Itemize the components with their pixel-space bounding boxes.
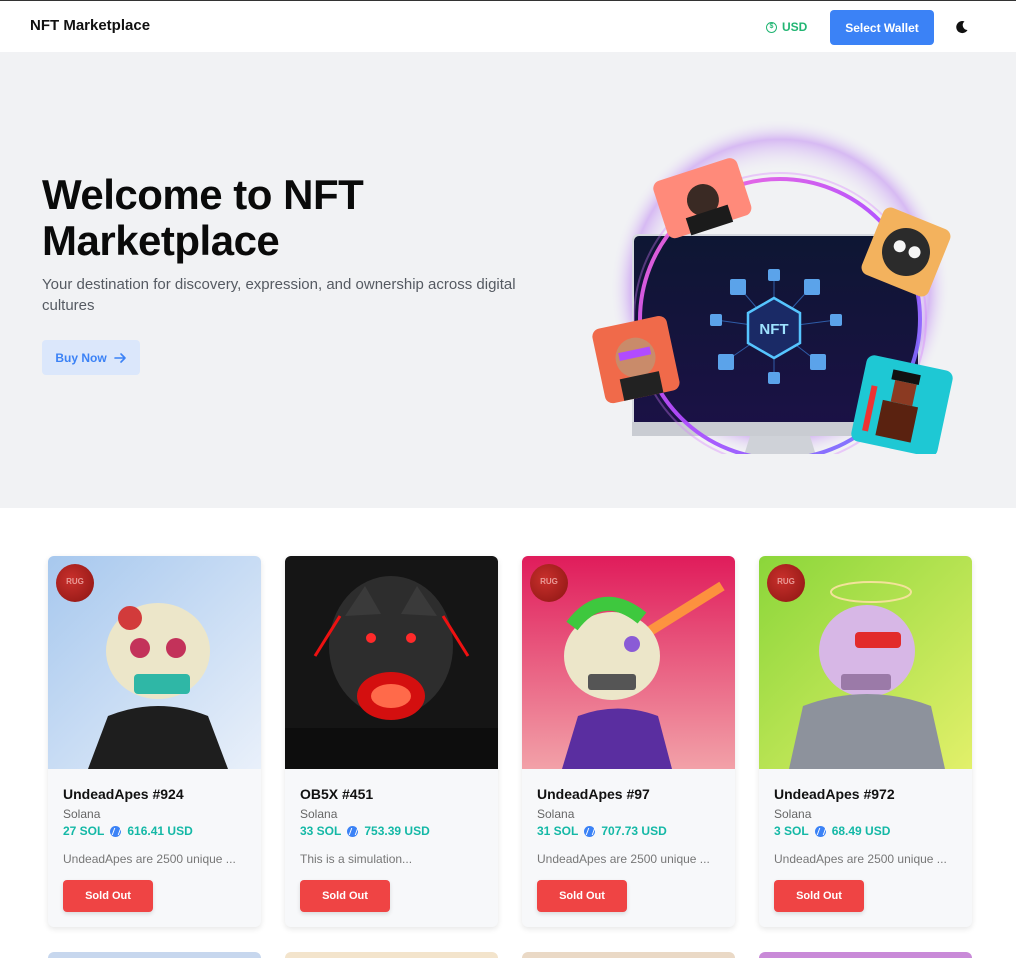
- sold-out-button[interactable]: Sold Out: [63, 880, 153, 912]
- hero-art-nft-label: NFT: [759, 321, 788, 338]
- top-navbar: NFT Marketplace $ USD Select Wallet: [0, 1, 1016, 52]
- rug-seal-badge: RUG: [530, 564, 568, 602]
- solana-icon: [814, 825, 826, 837]
- nft-card[interactable]: RUG UndeadApes #97 Solana 31 SOL 707.73 …: [522, 556, 735, 927]
- buy-now-label: Buy Now: [55, 350, 107, 365]
- nft-card-partial[interactable]: [48, 952, 261, 958]
- solana-icon: [584, 825, 596, 837]
- nft-title[interactable]: UndeadApes #97: [537, 786, 650, 802]
- nft-price: 31 SOL 707.73 USD: [537, 824, 667, 838]
- nft-price: 3 SOL 68.49 USD: [774, 824, 890, 838]
- solana-icon: [110, 825, 122, 837]
- nft-description: This is a simulation...: [300, 852, 413, 866]
- solana-icon: [347, 825, 359, 837]
- price-sol: 3 SOL: [774, 824, 809, 838]
- nft-chain: Solana: [63, 807, 101, 821]
- nft-card-partial[interactable]: [759, 952, 972, 958]
- sold-out-button[interactable]: Sold Out: [300, 880, 390, 912]
- nft-card-partial[interactable]: [285, 952, 498, 958]
- select-wallet-button[interactable]: Select Wallet: [830, 10, 934, 45]
- currency-selector[interactable]: $ USD: [766, 20, 807, 34]
- nft-image-ob5x-451[interactable]: [285, 556, 498, 769]
- rug-seal-badge: RUG: [767, 564, 805, 602]
- nft-description: UndeadApes are 2500 unique ...: [537, 852, 710, 866]
- price-usd: 616.41 USD: [127, 824, 193, 838]
- nft-title[interactable]: UndeadApes #924: [63, 786, 184, 802]
- sold-out-button[interactable]: Sold Out: [774, 880, 864, 912]
- price-usd: 753.39 USD: [364, 824, 430, 838]
- nft-chain: Solana: [300, 807, 338, 821]
- brand-logo-text[interactable]: NFT Marketplace: [30, 17, 150, 34]
- currency-label: USD: [782, 20, 808, 34]
- nft-title[interactable]: OB5X #451: [300, 786, 373, 802]
- hero-section: Welcome to NFT Marketplace Your destinat…: [0, 52, 1016, 508]
- nft-card-partial[interactable]: [522, 952, 735, 958]
- nft-card[interactable]: OB5X #451 Solana 33 SOL 753.39 USD This …: [285, 556, 498, 927]
- dollar-coin-icon: $: [766, 21, 777, 33]
- nft-card[interactable]: RUG UndeadApes #924 Solana 27 SOL 616.41…: [48, 556, 261, 927]
- nft-card[interactable]: RUG UndeadApes #972 Solana 3 SOL 68.49 U…: [759, 556, 972, 927]
- nft-price: 27 SOL 616.41 USD: [63, 824, 193, 838]
- nft-chain: Solana: [537, 807, 575, 821]
- arrow-right-icon: [113, 352, 126, 363]
- nft-price: 33 SOL 753.39 USD: [300, 824, 430, 838]
- sold-out-button[interactable]: Sold Out: [537, 880, 627, 912]
- nft-description: UndeadApes are 2500 unique ...: [774, 852, 947, 866]
- moon-icon[interactable]: [954, 19, 970, 35]
- rug-seal-badge: RUG: [56, 564, 94, 602]
- nft-description: UndeadApes are 2500 unique ...: [63, 852, 236, 866]
- price-usd: 707.73 USD: [601, 824, 667, 838]
- hero-nft-monitor-illustration: NFT: [592, 119, 953, 454]
- nft-chain: Solana: [774, 807, 812, 821]
- hero-title: Welcome to NFT Marketplace: [42, 171, 364, 264]
- price-sol: 33 SOL: [300, 824, 342, 838]
- price-usd: 68.49 USD: [831, 824, 891, 838]
- price-sol: 31 SOL: [537, 824, 579, 838]
- buy-now-button[interactable]: Buy Now: [42, 340, 140, 375]
- nft-title[interactable]: UndeadApes #972: [774, 786, 895, 802]
- hero-subtitle: Your destination for discovery, expressi…: [42, 276, 516, 314]
- price-sol: 27 SOL: [63, 824, 105, 838]
